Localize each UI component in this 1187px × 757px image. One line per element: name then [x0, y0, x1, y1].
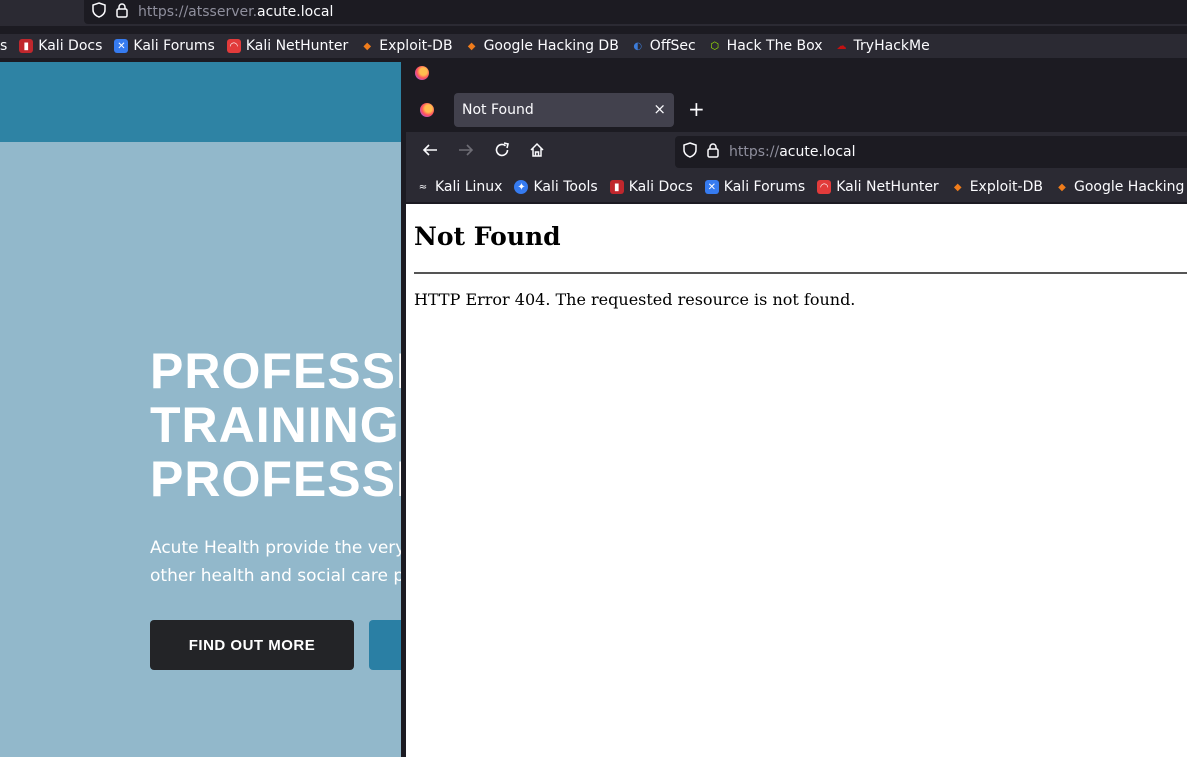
front-nav-bar: https://acute.local — [406, 132, 1187, 172]
hero-line-2: TRAINING — [150, 397, 400, 453]
kali-linux-icon: ≈ — [418, 181, 428, 193]
ghdb-icon: ◆ — [1058, 181, 1066, 193]
exploit-db-icon: ◆ — [953, 181, 962, 193]
kali-nethunter-icon: ◠ — [226, 39, 241, 53]
bookmark-tryhackme[interactable]: ☁ TryHackMe — [835, 38, 930, 54]
divider — [414, 272, 1187, 274]
back-url-text: https://atsserver.acute.local — [138, 4, 334, 20]
bookmark-kali-docs[interactable]: ▮ Kali Docs — [609, 179, 693, 195]
bookmark-ghdb[interactable]: ◆Google Hacking DB — [465, 38, 619, 54]
bookmark-exploit-db[interactable]: ◆ Exploit-DB — [951, 179, 1043, 195]
front-tab-bar: Not Found × + — [406, 88, 1187, 132]
exploit-db-icon: ◆ — [363, 40, 372, 52]
forward-arrow-icon[interactable] — [458, 142, 474, 163]
front-browser-window: Not Found × + https://acute.local ≈ Kali… — [401, 58, 1187, 757]
kali-docs-icon: ▮ — [19, 39, 34, 53]
ghdb-icon: ◆ — [467, 40, 476, 52]
bookmark-ghdb[interactable]: ◆Google Hacking DB — [1055, 179, 1187, 195]
bookmark-kali-docs[interactable]: ▮ Kali Docs — [19, 38, 102, 54]
front-url-text: https://acute.local — [729, 144, 856, 160]
back-toolbar: https://atsserver.acute.local — [0, 0, 1187, 26]
kali-nethunter-icon: ◠ — [817, 180, 832, 194]
close-icon[interactable]: × — [653, 100, 666, 118]
hero-line-1: PROFESSI — [150, 343, 411, 399]
bookmark-hack-the-box[interactable]: ⬡ Hack The Box — [708, 38, 822, 54]
bookmark-kali-forums[interactable]: ✕ Kali Forums — [114, 38, 215, 54]
bookmark-kali-tools[interactable]: ✦ Kali Tools — [514, 179, 598, 195]
hero-subtitle-line-1: Acute Health provide the very — [150, 538, 406, 558]
front-title-bar — [406, 58, 1187, 88]
tracking-shield-icon[interactable] — [683, 142, 697, 162]
back-bookmarks-bar: s ▮ Kali Docs ✕ Kali Forums ◠ Kali NetHunte… — [0, 34, 1187, 58]
lock-icon[interactable] — [116, 2, 128, 22]
kali-tools-icon: ✦ — [514, 180, 529, 194]
front-bookmarks-bar: ≈ Kali Linux ✦ Kali Tools ▮ Kali Docs ✕ Kali… — [406, 172, 1187, 202]
htb-icon: ⬡ — [710, 40, 720, 52]
bookmark-kali-nethunter[interactable]: ◠ Kali NetHunter — [226, 38, 348, 54]
back-arrow-icon[interactable] — [422, 142, 438, 163]
tab-not-found[interactable]: Not Found × — [454, 93, 674, 127]
tab-title: Not Found — [462, 102, 534, 118]
front-page-content: Not Found HTTP Error 404. The requested … — [406, 204, 1187, 757]
bookmark-kali-linux[interactable]: ≈ Kali Linux — [416, 179, 503, 195]
bookmark-exploit-db[interactable]: ◆ Exploit-DB — [360, 38, 452, 54]
tracking-shield-icon[interactable] — [92, 2, 106, 22]
bookmark-partial[interactable]: s — [0, 38, 7, 54]
error-message: HTTP Error 404. The requested resource i… — [414, 290, 856, 309]
front-url-bar[interactable]: https://acute.local — [675, 136, 1187, 168]
kali-forums-icon: ✕ — [114, 39, 129, 53]
firefox-view-icon[interactable] — [420, 103, 434, 117]
home-icon[interactable] — [529, 142, 545, 163]
reload-icon[interactable] — [494, 142, 510, 163]
hero-subtitle-line-2: other health and social care p — [150, 566, 405, 586]
hero-title: PROFESSI TRAINING PROFESSI — [150, 344, 411, 506]
kali-forums-icon: ✕ — [704, 180, 719, 194]
bookmark-offsec[interactable]: ◐ OffSec — [631, 38, 695, 54]
lock-icon[interactable] — [707, 142, 719, 162]
hero-line-3: PROFESSI — [150, 451, 411, 507]
kali-docs-icon: ▮ — [609, 180, 624, 194]
page-title: Not Found — [414, 222, 561, 251]
hero-subtitle: Acute Health provide the very other heal… — [150, 534, 405, 590]
firefox-icon — [415, 66, 429, 80]
back-url-bar[interactable]: https://atsserver.acute.local — [84, 0, 1187, 24]
find-out-more-button[interactable]: FIND OUT MORE — [150, 620, 354, 670]
new-tab-button[interactable]: + — [688, 98, 705, 120]
tryhackme-icon: ☁ — [836, 40, 847, 52]
offsec-icon: ◐ — [633, 40, 643, 52]
bookmark-kali-forums[interactable]: ✕ Kali Forums — [704, 179, 805, 195]
bookmark-kali-nethunter[interactable]: ◠ Kali NetHunter — [817, 179, 939, 195]
